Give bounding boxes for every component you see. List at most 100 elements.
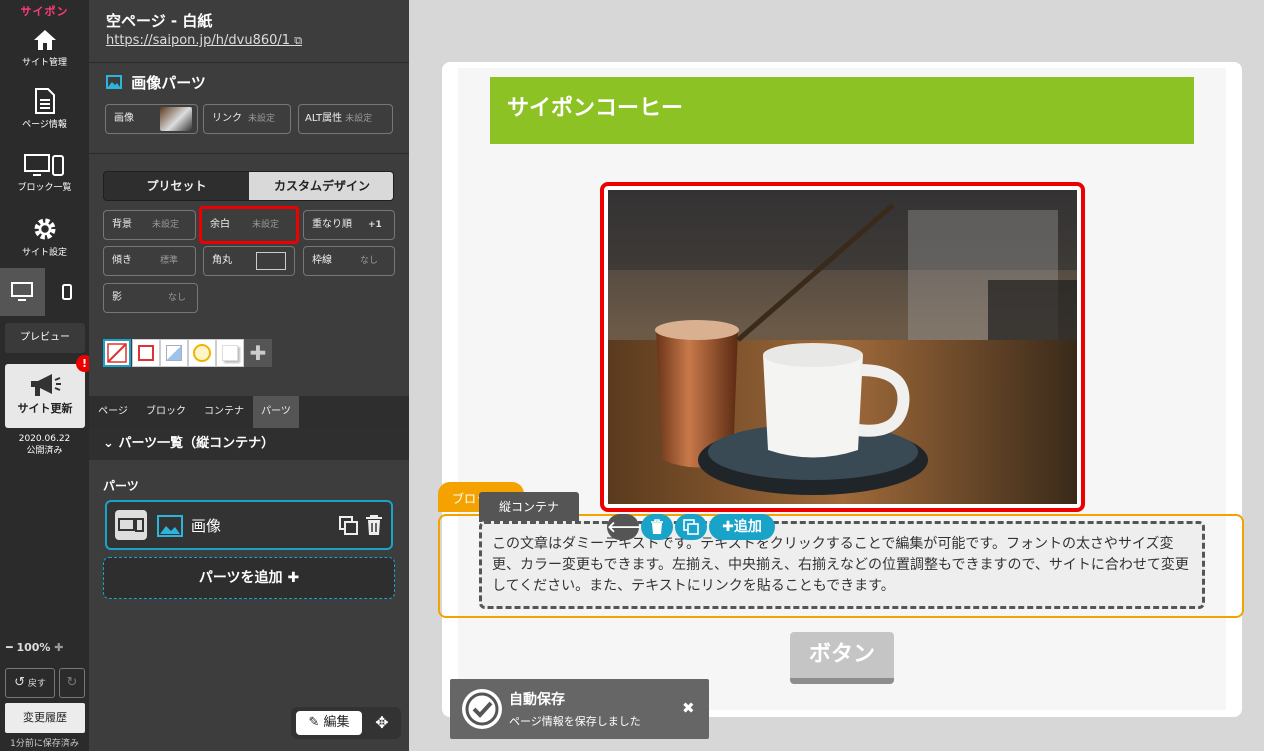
shadow-chip[interactable]: 影 なし	[103, 283, 198, 313]
chip-value: 標準	[160, 256, 179, 266]
delete-icon[interactable]	[641, 514, 673, 540]
background-chip[interactable]: 背景 未設定	[103, 210, 196, 240]
chip-label: 角丸	[212, 255, 232, 266]
tab-block[interactable]: ブロック	[137, 396, 195, 428]
chip-label: 枠線	[312, 255, 332, 266]
image-thumbnail	[160, 107, 192, 131]
page-url: https://saipon.jp/h/dvu860/1	[106, 33, 291, 48]
preview-button[interactable]: プレビュー	[5, 323, 85, 353]
nav-site-management[interactable]: サイト管理	[0, 28, 89, 68]
tab-parts[interactable]: パーツ	[253, 396, 299, 428]
nav-block-list[interactable]: ブロック一覧	[0, 153, 89, 193]
edit-mode-button[interactable]: ✎ 編集	[296, 711, 362, 735]
mobile-view-toggle[interactable]	[45, 268, 89, 316]
corner-radius-chip[interactable]: 角丸	[203, 246, 295, 276]
publish-status: 公開済み	[26, 446, 63, 456]
autosave-toast: 自動保存 ページ情報を保存しました ✖	[450, 679, 709, 739]
part-item-image[interactable]: 画像	[105, 500, 393, 550]
parts-list-header[interactable]: ⌄ パーツ一覧（縦コンテナ）	[89, 428, 409, 460]
add-button[interactable]: ✚追加	[709, 514, 775, 540]
close-icon[interactable]: ✖	[682, 699, 695, 717]
devices-icon	[23, 154, 64, 176]
page-title: 空ページ - 白紙	[106, 12, 213, 30]
toast-title: 自動保存	[509, 692, 565, 708]
devices-icon	[115, 510, 147, 540]
swatch-red-frame[interactable]	[132, 339, 160, 367]
page-button[interactable]: ボタン	[790, 632, 894, 684]
tilt-chip[interactable]: 傾き 標準	[103, 246, 196, 276]
plus-icon: ✚	[287, 570, 300, 586]
left-rail: サイポン サイト管理 ページ情報 ブロック一覧 サイト設定 プレビュー サイト更…	[0, 0, 93, 751]
page-url-link[interactable]: https://saipon.jp/h/dvu860/1 ⧉	[106, 33, 302, 48]
toast-message: ページ情報を保存しました	[509, 715, 641, 728]
no-style-icon	[107, 343, 127, 363]
tab-container[interactable]: コンテナ	[195, 396, 253, 428]
move-icon[interactable]: ✥	[370, 711, 394, 735]
swatch-round-frame[interactable]	[188, 339, 216, 367]
chip-label: 影	[112, 292, 122, 303]
check-circle-icon	[462, 689, 502, 729]
divider	[89, 62, 409, 63]
shadow-frame-icon	[222, 345, 238, 361]
chip-label: 重なり順	[312, 219, 352, 230]
divider	[89, 153, 409, 154]
duplicate-icon[interactable]	[339, 516, 359, 536]
smartphone-icon	[62, 284, 72, 300]
nav-label: ページ情報	[22, 120, 67, 130]
swatch-shadow-frame[interactable]	[216, 339, 244, 367]
add-swatch-icon[interactable]: ✚	[244, 339, 272, 367]
page-heading[interactable]: サイポンコーヒー	[490, 77, 1194, 144]
trash-icon[interactable]	[365, 514, 383, 536]
chip-value: なし	[168, 293, 187, 303]
edit-label: 編集	[323, 715, 350, 730]
chip-value: なし	[360, 256, 379, 266]
publish-info: 2020.06.22 公開済み	[0, 433, 89, 457]
stack-order-chip[interactable]: 重なり順 +1	[303, 210, 395, 240]
selected-image-part[interactable]	[600, 182, 1085, 512]
margin-chip[interactable]: 余白 未設定	[199, 206, 299, 244]
tab-custom-design[interactable]: カスタムデザイン	[249, 172, 393, 200]
chevron-down-icon: ⌄	[103, 436, 114, 451]
link-chip[interactable]: リンク 未設定	[203, 104, 291, 134]
nav-page-info[interactable]: ページ情報	[0, 88, 89, 130]
container-text[interactable]: この文章はダミーテキストです。テキストをクリックすることで編集が可能です。フォン…	[479, 521, 1205, 609]
external-link-icon: ⧉	[294, 34, 303, 47]
border-chip[interactable]: 枠線 なし	[303, 246, 395, 276]
pencil-icon: ✎	[308, 715, 320, 730]
history-button[interactable]: 変更履歴	[5, 703, 85, 733]
redo-icon[interactable]: ↻	[59, 668, 85, 698]
radius-preview	[256, 252, 286, 270]
undo-label: 戻す	[27, 679, 46, 689]
nav-label: サイト設定	[21, 248, 67, 258]
alt-chip[interactable]: ALT属性 未設定	[298, 104, 393, 134]
image-chip[interactable]: 画像	[105, 104, 198, 134]
chip-label: 余白	[210, 219, 230, 230]
nav-site-settings[interactable]: サイト設定	[0, 216, 89, 258]
desktop-view-toggle[interactable]	[0, 268, 45, 316]
nav-label: サイト管理	[21, 58, 67, 68]
chip-label: リンク	[212, 113, 242, 124]
tab-page[interactable]: ページ	[89, 396, 137, 428]
container-tag[interactable]: 縦コンテナ	[479, 492, 579, 522]
app-logo: サイポン	[20, 5, 69, 18]
tab-preset[interactable]: プリセット	[104, 172, 249, 200]
image-icon	[106, 75, 122, 89]
image-icon	[157, 515, 183, 537]
document-icon	[34, 88, 55, 114]
megaphone-icon	[31, 374, 61, 396]
parts-header-text: パーツ一覧（縦コンテナ）	[118, 436, 275, 451]
copy-icon[interactable]	[675, 514, 707, 540]
back-arrow-icon[interactable]: 🡐	[607, 514, 647, 540]
undo-button[interactable]: ↺ 戻す	[5, 668, 55, 698]
zoom-out-icon[interactable]: ━	[6, 641, 13, 654]
publish-date: 2020.06.22	[18, 434, 71, 444]
chip-value: 未設定	[252, 220, 280, 230]
site-update-button[interactable]: サイト更新	[5, 364, 85, 428]
add-parts-button[interactable]: パーツを追加 ✚	[103, 557, 395, 599]
swatch-none[interactable]	[103, 339, 131, 367]
swatch-blue-frame[interactable]	[160, 339, 188, 367]
mode-toggle: ✎ 編集 ✥	[291, 707, 401, 739]
red-frame-icon	[138, 345, 154, 361]
zoom-in-icon[interactable]: ✚	[54, 641, 63, 654]
autosave-note: 1分前に保存済み	[10, 739, 79, 749]
